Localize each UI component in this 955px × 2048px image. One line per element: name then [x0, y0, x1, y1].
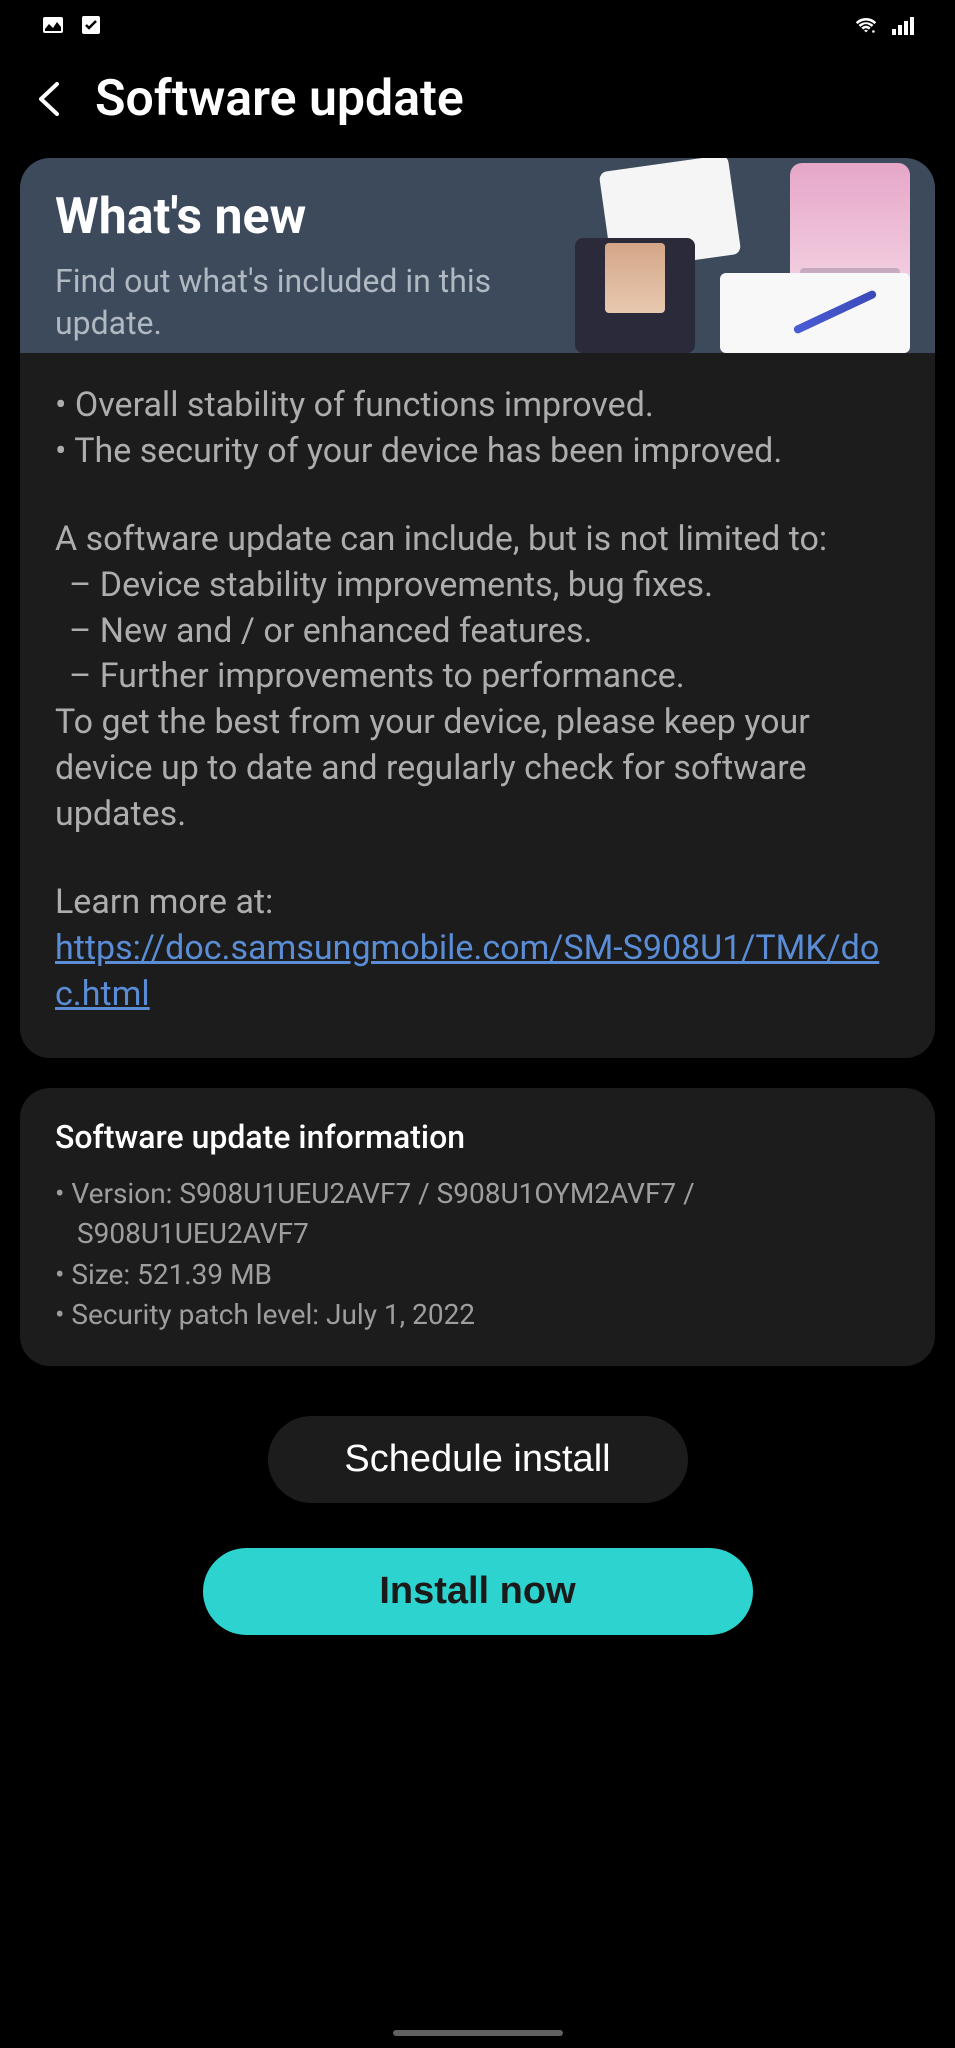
action-buttons: Schedule install Install now — [0, 1416, 955, 1635]
highlights-list: • Overall stability of functions improve… — [55, 383, 900, 475]
status-right — [853, 12, 915, 38]
update-details-card: • Overall stability of functions improve… — [20, 353, 935, 1058]
info-title: Software update information — [55, 1118, 900, 1156]
learn-more-link[interactable]: https://doc.samsungmobile.com/SM-S908U1/… — [55, 928, 879, 1014]
highlight-item: • The security of your device has been i… — [55, 429, 900, 475]
patch-item: • Security patch level: July 1, 2022 — [55, 1295, 900, 1336]
back-button[interactable] — [30, 79, 70, 119]
advice-text: To get the best from your device, please… — [55, 700, 900, 838]
whats-new-banner[interactable]: What's new Find out what's included in t… — [20, 158, 935, 353]
status-left — [40, 12, 104, 38]
status-bar — [0, 0, 955, 50]
update-info-card: Software update information • Version: S… — [20, 1088, 935, 1366]
description-item: – Device stability improvements, bug fix… — [55, 563, 900, 609]
description-item: – New and / or enhanced features. — [55, 609, 900, 655]
gesture-bar[interactable] — [393, 2030, 563, 2036]
learn-more-label: Learn more at: — [55, 880, 900, 926]
wifi-icon — [853, 12, 879, 38]
version-item: • Version: S908U1UEU2AVF7 / S908U1OYM2AV… — [55, 1174, 900, 1255]
highlight-item: • Overall stability of functions improve… — [55, 383, 900, 429]
hero-title: What's new — [55, 188, 555, 246]
page-title: Software update — [95, 70, 464, 128]
description-item: – Further improvements to performance. — [55, 654, 900, 700]
schedule-install-button[interactable]: Schedule install — [268, 1416, 688, 1503]
signal-icon — [889, 12, 915, 38]
header: Software update — [0, 50, 955, 158]
update-description: A software update can include, but is no… — [55, 517, 900, 838]
intro-text: A software update can include, but is no… — [55, 517, 900, 563]
hero-subtitle: Find out what's included in this update. — [55, 261, 555, 344]
size-item: • Size: 521.39 MB — [55, 1255, 900, 1296]
hero-illustration — [555, 158, 915, 353]
checkbox-icon — [78, 12, 104, 38]
install-now-button[interactable]: Install now — [203, 1548, 753, 1635]
picture-icon — [40, 12, 66, 38]
learn-more-section: Learn more at: https://doc.samsungmobile… — [55, 880, 900, 1018]
info-list: • Version: S908U1UEU2AVF7 / S908U1OYM2AV… — [55, 1174, 900, 1336]
